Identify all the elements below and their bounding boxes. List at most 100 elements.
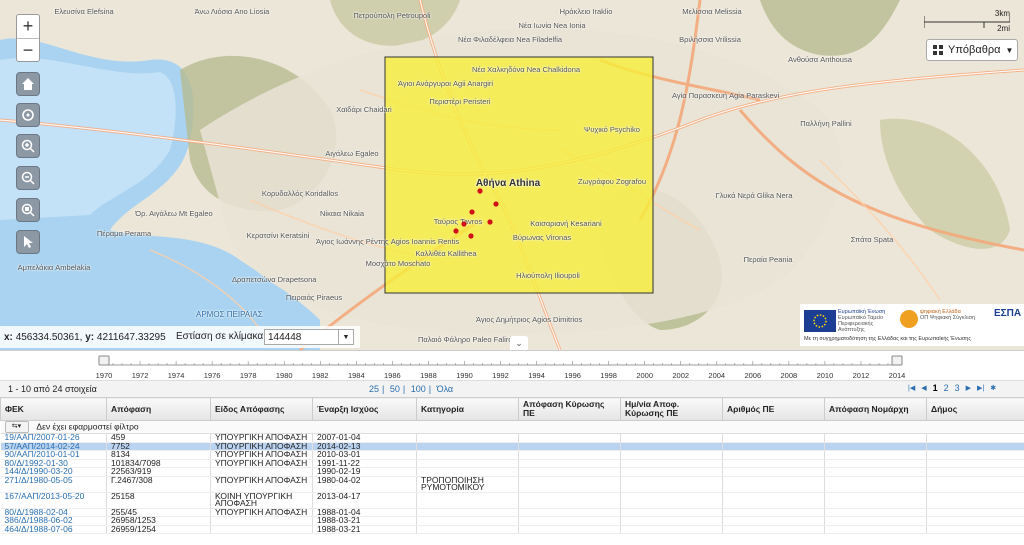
basemaps-label: Υπόβαθρα [948, 44, 1001, 56]
first-page-icon[interactable]: |◀ [908, 384, 915, 392]
page-2[interactable]: 2 [944, 383, 949, 393]
page-size-50[interactable]: 50 [390, 384, 400, 394]
refresh-icon[interactable]: ✱ [990, 384, 996, 392]
map-marker[interactable] [468, 233, 474, 239]
table-row[interactable]: 19/ΑΑΠ/2007-01-26 459 ΥΠΟΥΡΓΙΚΗ ΑΠΟΦΑΣΗ 200… [0, 433, 1024, 443]
digital-sub-label: ΟΠ Ψηφιακή Σύγκλιση [920, 315, 976, 321]
header-eidos[interactable]: Είδος Απόφασης [210, 397, 313, 421]
cell-eidos: ΥΠΟΥΡΓΙΚΗ ΑΠΟΦΑΣΗ [210, 450, 313, 460]
header-katigoria[interactable]: Κατηγορία [416, 397, 519, 421]
cell-fek[interactable]: 57/ΑΑΠ/2014-02-24 [0, 442, 107, 451]
cell-kat [416, 516, 519, 526]
page-3[interactable]: 3 [955, 383, 960, 393]
map-marker[interactable] [493, 201, 499, 207]
next-page-icon[interactable]: ▶ [966, 384, 971, 392]
digital-greece-logo-icon [900, 310, 918, 328]
table-row[interactable]: 57/ΑΑΠ/2014-02-24 7752 ΥΠΟΥΡΓΙΚΗ ΑΠΟΦΑΣΗ 20… [0, 442, 1024, 451]
header-imnia-kyrosis[interactable]: Ημ/νία Αποφ. Κύρωσης ΠΕ [620, 397, 723, 421]
timeline-year-label: 2000 [636, 371, 653, 380]
timeline-start-handle[interactable] [98, 355, 110, 366]
map-marker[interactable] [469, 209, 475, 215]
magnifier-plus-icon [21, 139, 35, 153]
cell-fek[interactable]: 90/ΑΑΠ/2010-01-01 [0, 450, 107, 460]
table-row[interactable]: 271/Δ/1980-05-05 Γ.2467/308 ΥΠΟΥΡΓΙΚΗ ΑΠΟΦ… [0, 476, 1024, 493]
cell-fek[interactable]: 19/ΑΑΠ/2007-01-26 [0, 433, 107, 443]
zoom-in-button[interactable]: + [17, 15, 39, 39]
timeline-year-label: 2006 [744, 371, 761, 380]
table-row[interactable]: 144/Δ/1990-03-20 22563/919 1990-02-19 [0, 467, 1024, 477]
page-size-25[interactable]: 25 [369, 384, 379, 394]
timeline-year-label: 1982 [312, 371, 329, 380]
cell-fek[interactable]: 386/Δ/1988-06-02 [0, 516, 107, 526]
cell-enarxi: 1980-04-02 [312, 476, 417, 493]
cell-fek[interactable]: 167/ΑΑΠ/2013-05-20 [0, 492, 107, 509]
cell-apofasi: 8134 [106, 450, 211, 460]
cell-empty [518, 442, 621, 451]
cell-empty [620, 467, 723, 477]
header-apofasi[interactable]: Απόφαση [106, 397, 211, 421]
cell-eidos: ΥΠΟΥΡΓΙΚΗ ΑΠΟΦΑΣΗ [210, 459, 313, 468]
header-arithmos-pe[interactable]: Αριθμός ΠΕ [722, 397, 825, 421]
table-row[interactable]: 464/Δ/1988-07-06 26959/1254 1988-03-21 [0, 525, 1024, 534]
cell-empty [722, 459, 825, 468]
scale-select[interactable]: 144448 ▼ [264, 329, 354, 345]
home-button[interactable] [16, 72, 40, 96]
cell-empty [926, 467, 1024, 477]
cell-empty [722, 476, 825, 493]
header-dimos[interactable]: Δήμος [926, 397, 1024, 421]
map-view[interactable]: Ελευσίνα Elefsina Άνω Λιόσια Ano Liosia Πε… [0, 0, 1024, 350]
cell-fek[interactable]: 144/Δ/1990-03-20 [0, 467, 107, 477]
cursor-coordinates: x: 456334.50361, y: 4211647.33295 [4, 331, 166, 343]
timeline-year-label: 1996 [564, 371, 581, 380]
last-page-icon[interactable]: ▶| [977, 384, 984, 392]
timeline-year-label: 1980 [276, 371, 293, 380]
map-marker[interactable] [453, 228, 459, 234]
prev-page-icon[interactable]: ◀ [921, 384, 926, 392]
cell-fek[interactable]: 464/Δ/1988-07-06 [0, 525, 107, 534]
select-tool-button[interactable] [16, 230, 40, 254]
cell-fek[interactable]: 271/Δ/1980-05-05 [0, 476, 107, 493]
cell-eidos [210, 525, 313, 534]
map-marker[interactable] [487, 219, 493, 225]
cell-apofasi: 459 [106, 433, 211, 443]
timeline-year-label: 2014 [889, 371, 906, 380]
cell-empty [926, 476, 1024, 493]
table-row[interactable]: 80/Δ/1988-02-04 255/45 ΥΠΟΥΡΓΙΚΗ ΑΠΟΦΑΣΗ 19… [0, 508, 1024, 517]
cell-fek[interactable]: 80/Δ/1988-02-04 [0, 508, 107, 517]
zoom-box-out-button[interactable] [16, 166, 40, 190]
locate-button[interactable] [16, 103, 40, 127]
cell-fek[interactable]: 80/Δ/1992-01-30 [0, 459, 107, 468]
cell-apofasi: 26958/1253 [106, 516, 211, 526]
zoom-out-button[interactable]: − [17, 39, 39, 62]
cell-empty [824, 508, 927, 517]
cell-enarxi: 2007-01-04 [312, 433, 417, 443]
cell-empty [518, 433, 621, 443]
cell-eidos: ΥΠΟΥΡΓΙΚΗ ΑΠΟΦΑΣΗ [210, 433, 313, 443]
timeline-end-handle[interactable] [891, 355, 903, 366]
cell-empty [620, 476, 723, 493]
page-size-100[interactable]: 100 [411, 384, 426, 394]
header-kyrosi[interactable]: Απόφαση Κύρωσης ΠΕ [518, 397, 621, 421]
zoom-box-in-button[interactable] [16, 134, 40, 158]
collapse-map-button[interactable]: ⌄ [510, 336, 528, 350]
cell-empty [722, 450, 825, 460]
page-size-all[interactable]: Όλα [437, 384, 454, 394]
table-row[interactable]: 386/Δ/1988-06-02 26958/1253 1988-03-21 [0, 516, 1024, 526]
pager-nav: |◀ ◀ 1 2 3 ▶ ▶| ✱ [908, 383, 996, 393]
zoom-extent-button[interactable] [16, 198, 40, 222]
timeline-slider[interactable]: 1970 1972 1974 1976 1978 1980 1982 1984 1986 1988… [0, 350, 1024, 381]
table-row[interactable]: 80/Δ/1992-01-30 101834/7098 ΥΠΟΥΡΓΙΚΗ ΑΠΟΦ… [0, 459, 1024, 468]
header-nomarxi[interactable]: Απόφαση Νομάρχη [824, 397, 927, 421]
table-row[interactable]: 90/ΑΑΠ/2010-01-01 8134 ΥΠΟΥΡΓΙΚΗ ΑΠΟΦΑΣΗ 20… [0, 450, 1024, 460]
cell-eidos [210, 516, 313, 526]
page-1[interactable]: 1 [933, 383, 938, 393]
basemaps-dropdown[interactable]: Υπόβαθρα ▼ [926, 39, 1018, 61]
cell-kat [416, 433, 519, 443]
header-fek[interactable]: ΦΕΚ [0, 397, 107, 421]
cell-empty [620, 516, 723, 526]
map-marker[interactable] [461, 221, 467, 227]
table-row[interactable]: 167/ΑΑΠ/2013-05-20 25158 ΚΟΙΝΗ ΥΠΟΥΡΓΙΚΗ Α… [0, 492, 1024, 509]
header-enarxi[interactable]: Έναρξη Ισχύος [312, 397, 417, 421]
filter-button[interactable]: ⇆▾ [4, 421, 29, 433]
map-marker[interactable] [477, 188, 483, 194]
